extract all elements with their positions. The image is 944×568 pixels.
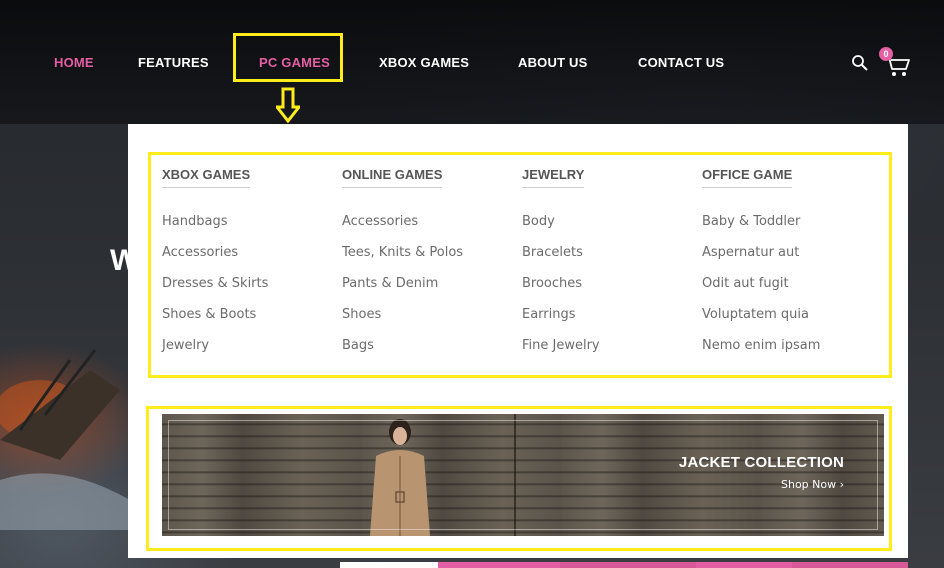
bottom-strip [340, 562, 908, 568]
cart-count-badge: 0 [879, 47, 893, 61]
nav-about-us[interactable]: ABOUT US [518, 55, 588, 70]
ship-illustration [0, 349, 130, 530]
nav-home[interactable]: HOME [54, 55, 94, 70]
nav-features[interactable]: FEATURES [138, 55, 209, 70]
search-icon[interactable] [851, 54, 869, 72]
highlight-box-menu [148, 152, 892, 378]
highlight-box-nav [233, 33, 343, 82]
highlight-box-banner [146, 406, 892, 551]
nav-contact-us[interactable]: CONTACT US [638, 55, 724, 70]
arrow-down-icon [276, 87, 300, 123]
nav-xbox-games[interactable]: XBOX GAMES [379, 55, 469, 70]
